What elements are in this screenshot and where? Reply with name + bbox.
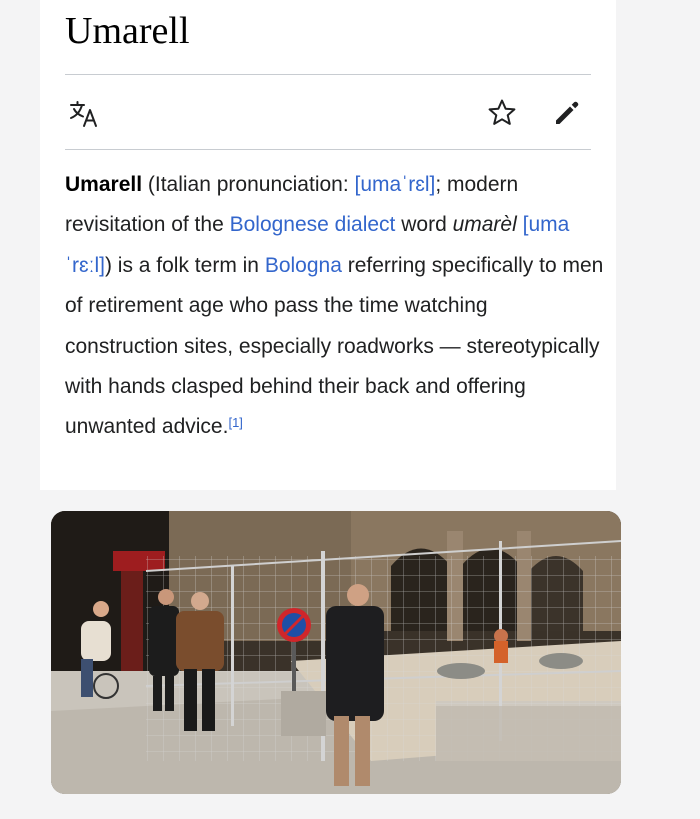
- lead-text: referring specifically to men of retirem…: [65, 253, 604, 439]
- article-photo[interactable]: [51, 511, 621, 794]
- lead-text: ) is a folk term in: [104, 253, 265, 277]
- bologna-link[interactable]: Bologna: [265, 254, 342, 277]
- ipa-link[interactable]: [umaˈrɛl]: [355, 173, 436, 196]
- lead-text: (Italian pronunciation:: [142, 173, 355, 196]
- bolognese-dialect-link[interactable]: Bolognese dialect: [230, 213, 396, 236]
- lead-word: umarèl: [452, 213, 517, 237]
- page-title: Umarell: [65, 10, 190, 52]
- article-card: Umarell Umarell (Italian pronunciation: …: [40, 0, 616, 490]
- citation-link[interactable]: [1]: [228, 415, 242, 430]
- photo-scene: [51, 511, 621, 794]
- toolbar-divider: [65, 149, 591, 150]
- lead-paragraph: Umarell (Italian pronunciation: [umaˈrɛl…: [65, 165, 605, 448]
- translate-icon[interactable]: [66, 96, 102, 132]
- pencil-icon[interactable]: [550, 96, 584, 130]
- star-icon[interactable]: [485, 96, 519, 130]
- lead-term: Umarell: [65, 173, 143, 196]
- title-divider: [65, 74, 591, 75]
- lead-text: word: [395, 213, 453, 237]
